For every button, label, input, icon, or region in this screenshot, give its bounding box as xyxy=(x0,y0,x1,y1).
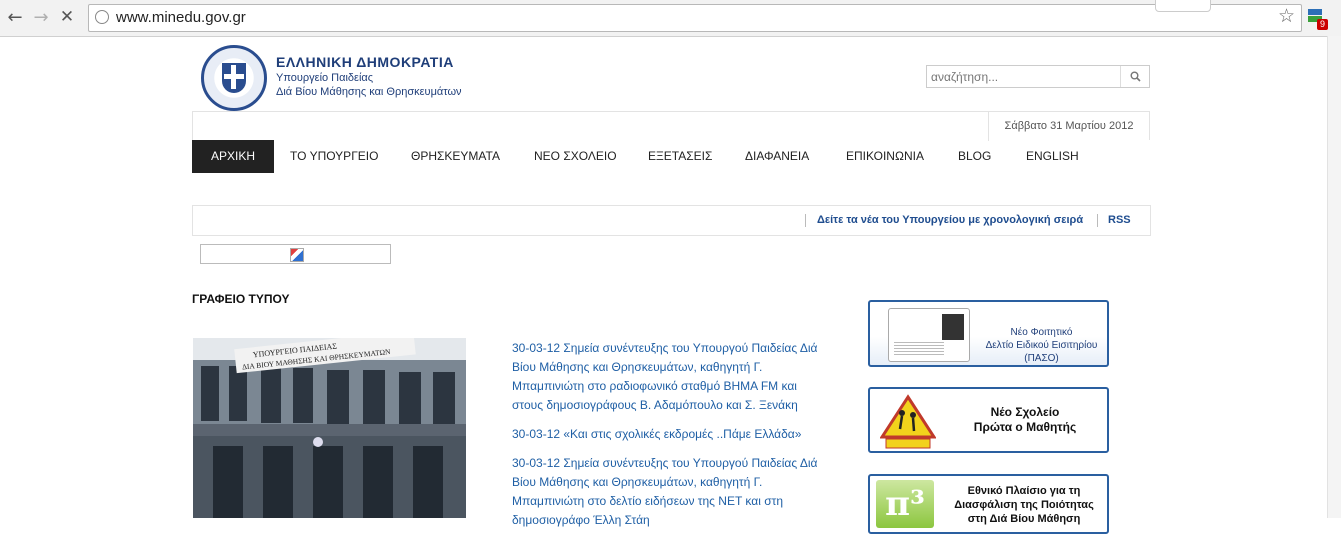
site-subtitle-2: Διά Βίου Μάθησης και Θρησκευμάτων xyxy=(276,86,462,98)
paso-banner[interactable]: Νέο Φοιτητικό Δελτίο Ειδικού Εισιτηρίου … xyxy=(868,300,1109,367)
bookmark-star-icon[interactable]: ☆ xyxy=(1278,5,1295,27)
menu-item-blog[interactable]: BLOG xyxy=(958,140,991,173)
forward-arrow-icon[interactable]: → xyxy=(30,6,52,28)
date-bar: Σάββατο 31 Μαρτίου 2012 xyxy=(192,111,1150,141)
address-bar[interactable]: www.minedu.gov.gr ☆ xyxy=(88,4,1302,32)
paso-line2: Δελτίο Ειδικού Εισιτηρίου xyxy=(985,340,1098,351)
broken-image-placeholder[interactable] xyxy=(200,244,391,264)
search-box xyxy=(926,65,1150,88)
site-title[interactable]: ΕΛΛΗΝΙΚΗ ΔΗΜΟΚΡΑΤΙΑ xyxy=(276,54,454,70)
quality-line3: στη Διά Βίου Μάθηση xyxy=(967,513,1081,525)
menu-item-exams[interactable]: ΕΞΕΤΑΣΕΙΣ xyxy=(648,140,712,173)
rss-link[interactable]: RSS xyxy=(1108,206,1131,235)
paso-banner-text: Νέο Φοιτητικό Δελτίο Ειδικού Εισιτηρίου … xyxy=(974,326,1109,365)
browser-toolbar: ← → ✕ www.minedu.gov.gr ☆ 9 xyxy=(0,0,1341,37)
page-scrollbar[interactable] xyxy=(1327,36,1341,518)
pi-logo-icon: π³ xyxy=(876,480,934,528)
search-icon xyxy=(1130,71,1141,82)
new-school-banner-text: Νέο Σχολείο Πρώτα ο Μαθητής xyxy=(950,405,1100,435)
paso-line3: (ΠΑΣΟ) xyxy=(1024,353,1059,364)
school-sign-icon xyxy=(880,394,936,449)
greek-emblem-logo[interactable] xyxy=(201,45,267,111)
news-links-bar: Δείτε τα νέα του Υπουργείου με χρονολογι… xyxy=(192,205,1151,236)
press-news-item[interactable]: 30-03-12 Σημεία συνέντευξης του Υπουργού… xyxy=(512,454,822,530)
site-subtitle-1: Υπουργείο Παιδείας xyxy=(276,72,374,84)
paso-line1: Νέο Φοιτητικό xyxy=(1010,327,1073,338)
back-arrow-icon[interactable]: ← xyxy=(4,6,26,28)
menu-item-english[interactable]: ENGLISH xyxy=(1026,140,1079,173)
quality-banner-text: Εθνικό Πλαίσιο για τη Διασφάλιση της Ποι… xyxy=(940,484,1108,526)
search-button[interactable] xyxy=(1120,66,1149,87)
press-news-item[interactable]: 30-03-12 «Και στις σχολικές εκδρομές ..Π… xyxy=(512,425,822,444)
press-office-title: ΓΡΑΦΕΙΟ ΤΥΠΟΥ xyxy=(192,292,290,306)
menu-item-home[interactable]: ΑΡΧΙΚΗ xyxy=(192,140,275,173)
ministry-building-photo[interactable]: ΥΠΟΥΡΓΕΙΟ ΠΑΙΔΕΙΑΣ ΔΙΑ ΒΙΟΥ ΜΑΘΗΣΗΣ ΚΑΙ … xyxy=(193,338,466,518)
quality-line2: Διασφάλιση της Ποιότητας xyxy=(954,499,1094,511)
new-school-line1: Νέο Σχολείο xyxy=(990,405,1060,419)
extension-badge: 9 xyxy=(1317,19,1328,30)
search-input[interactable] xyxy=(927,66,1129,87)
press-news-item[interactable]: 30-03-12 Σημεία συνέντευξης του Υπουργού… xyxy=(512,339,822,415)
new-school-banner[interactable]: Νέο Σχολείο Πρώτα ο Μαθητής xyxy=(868,387,1109,453)
close-icon[interactable]: ✕ xyxy=(56,6,78,28)
student-card-icon xyxy=(888,308,970,362)
popup-tab xyxy=(1155,0,1211,12)
chronological-news-link[interactable]: Δείτε τα νέα του Υπουργείου με χρονολογι… xyxy=(817,206,1083,235)
url-text[interactable]: www.minedu.gov.gr xyxy=(116,9,246,26)
menu-item-transparency[interactable]: ΔΙΑΦΑΝΕΙΑ xyxy=(745,140,809,173)
current-date: Σάββατο 31 Μαρτίου 2012 xyxy=(988,112,1149,141)
main-menu: ΑΡΧΙΚΗ ΤΟ ΥΠΟΥΡΓΕΙΟ ΘΡΗΣΚΕΥΜΑΤΑ ΝΕΟ ΣΧΟΛ… xyxy=(192,140,1150,173)
quality-framework-banner[interactable]: π³ Εθνικό Πλαίσιο για τη Διασφάλιση της … xyxy=(868,474,1109,534)
quality-line1: Εθνικό Πλαίσιο για τη xyxy=(967,485,1081,497)
menu-item-religions[interactable]: ΘΡΗΣΚΕΥΜΑΤΑ xyxy=(411,140,500,173)
globe-icon xyxy=(95,10,109,24)
divider xyxy=(1097,214,1098,227)
divider xyxy=(805,214,806,227)
menu-item-ministry[interactable]: ΤΟ ΥΠΟΥΡΓΕΙΟ xyxy=(290,140,378,173)
new-school-line2: Πρώτα ο Μαθητής xyxy=(973,420,1077,434)
menu-item-new-school[interactable]: ΝΕΟ ΣΧΟΛΕΙΟ xyxy=(534,140,617,173)
extension-icon[interactable]: 9 xyxy=(1306,7,1328,30)
menu-item-contact[interactable]: ΕΠΙΚΟΙΝΩΝΙΑ xyxy=(846,140,924,173)
broken-image-icon xyxy=(290,248,304,262)
